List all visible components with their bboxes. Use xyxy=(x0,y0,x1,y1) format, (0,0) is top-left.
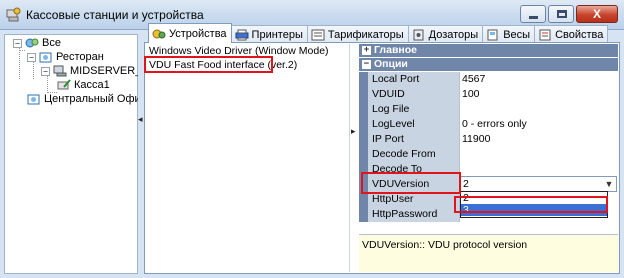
collapse-icon[interactable]: − xyxy=(27,52,36,62)
tab-label: Дозаторы xyxy=(428,28,479,41)
tab-printers[interactable]: Принтеры xyxy=(230,25,308,43)
collapse-icon[interactable]: − xyxy=(41,66,50,76)
app-icon xyxy=(5,7,21,23)
tree-item-label: Ресторан xyxy=(56,51,104,63)
tab-bar: Устройства Принтеры Тарификаторы Дозатор… xyxy=(148,23,609,43)
collapse-icon[interactable]: − xyxy=(13,38,22,48)
property-value[interactable] xyxy=(460,102,618,117)
tree-item-label: Касса1 xyxy=(74,79,110,91)
category-label: Опции xyxy=(374,58,408,70)
property-row-log-file[interactable]: Log File xyxy=(359,102,618,117)
properties-icon xyxy=(538,29,552,41)
select-value: 2 xyxy=(463,178,469,190)
row-gutter xyxy=(359,72,368,87)
property-value[interactable]: 0 - errors only xyxy=(460,117,618,132)
tab-dispensers[interactable]: Дозаторы xyxy=(407,25,484,43)
vdu-version-select[interactable]: 2 ▼ xyxy=(460,176,617,192)
property-name: Local Port xyxy=(368,72,460,87)
property-row-local-port[interactable]: Local Port 4567 xyxy=(359,72,618,87)
scales-icon xyxy=(486,29,500,41)
tariff-icon xyxy=(311,29,325,41)
highlight-box-property xyxy=(361,172,461,194)
splitter-arrow-icon[interactable]: ▸ xyxy=(351,126,356,137)
tab-tariffs[interactable]: Тарификаторы xyxy=(306,25,409,43)
property-value[interactable] xyxy=(460,162,618,177)
office-icon xyxy=(27,93,41,105)
property-name: IP Port xyxy=(368,132,460,147)
property-row-ip-port[interactable]: IP Port 11900 xyxy=(359,132,618,147)
property-value[interactable]: 100 xyxy=(460,87,618,102)
window-title: Кассовые станции и устройства xyxy=(26,8,204,22)
collapse-icon[interactable]: − xyxy=(362,60,371,69)
tab-label: Принтеры xyxy=(251,28,303,41)
property-row-vduid[interactable]: VDUID 100 xyxy=(359,87,618,102)
cash-register-icon xyxy=(57,79,71,91)
property-name: LogLevel xyxy=(368,117,460,132)
tab-scales[interactable]: Весы xyxy=(482,25,536,43)
row-gutter xyxy=(359,192,368,207)
property-name: Log File xyxy=(368,102,460,117)
minimize-button[interactable] xyxy=(520,5,546,23)
device-list[interactable]: Windows Video Driver (Window Mode) VDU F… xyxy=(147,44,343,272)
tab-label: Устройства xyxy=(169,27,227,40)
minimize-icon xyxy=(529,16,538,19)
maximize-button[interactable] xyxy=(548,5,574,23)
row-gutter xyxy=(359,87,368,102)
middle-splitter[interactable]: ▸ xyxy=(349,44,356,272)
printer-icon xyxy=(235,29,249,41)
maximize-icon xyxy=(557,10,567,18)
station-tree[interactable]: − Все − Ресторан − MIDSERVER_TNG Касса1 … xyxy=(4,34,165,274)
tab-properties[interactable]: Свойства xyxy=(534,25,609,43)
property-row-log-level[interactable]: LogLevel 0 - errors only xyxy=(359,117,618,132)
property-name: Decode From xyxy=(368,147,460,162)
row-gutter xyxy=(359,207,368,222)
chevron-down-icon[interactable]: ▼ xyxy=(602,177,616,191)
property-name: HttpPassword xyxy=(368,207,460,222)
row-gutter xyxy=(359,132,368,147)
close-button[interactable]: X xyxy=(576,5,618,23)
server-icon xyxy=(53,65,67,77)
row-gutter xyxy=(359,102,368,117)
tab-label: Тарификаторы xyxy=(327,28,404,41)
category-main[interactable]: + Главное xyxy=(359,44,618,57)
highlight-box-option xyxy=(454,196,608,213)
property-description: VDUVersion:: VDU protocol version xyxy=(359,234,618,272)
tree-item-central-office[interactable]: Центральный Офис xyxy=(27,92,146,106)
network-icon xyxy=(25,37,39,49)
devices-icon xyxy=(152,28,166,40)
splitter-arrow-icon[interactable]: ◂ xyxy=(138,114,143,125)
property-value[interactable]: 4567 xyxy=(460,72,618,87)
tab-devices[interactable]: Устройства xyxy=(148,23,232,43)
tab-label: Весы xyxy=(503,28,531,41)
tree-item-label: Все xyxy=(42,37,61,49)
tree-item-kassa1[interactable]: Касса1 xyxy=(57,78,110,92)
expand-icon[interactable]: + xyxy=(362,46,371,55)
property-value[interactable] xyxy=(460,147,618,162)
dispenser-icon xyxy=(412,29,426,41)
row-gutter xyxy=(359,147,368,162)
tree-item-restaurant[interactable]: − Ресторан xyxy=(27,50,104,64)
property-name: VDUID xyxy=(368,87,460,102)
row-gutter xyxy=(359,117,368,132)
property-row-decode-from[interactable]: Decode From xyxy=(359,147,618,162)
category-options[interactable]: − Опции xyxy=(359,58,618,71)
restaurant-icon xyxy=(39,51,53,63)
tab-label: Свойства xyxy=(555,28,604,41)
tree-item-label: Центральный Офис xyxy=(44,93,147,105)
close-icon: X xyxy=(592,7,601,21)
property-name: HttpUser xyxy=(368,192,460,207)
category-label: Главное xyxy=(374,44,417,56)
highlight-box-device xyxy=(144,56,273,73)
property-value[interactable]: 11900 xyxy=(460,132,618,147)
tree-item-all[interactable]: − Все xyxy=(13,36,61,50)
